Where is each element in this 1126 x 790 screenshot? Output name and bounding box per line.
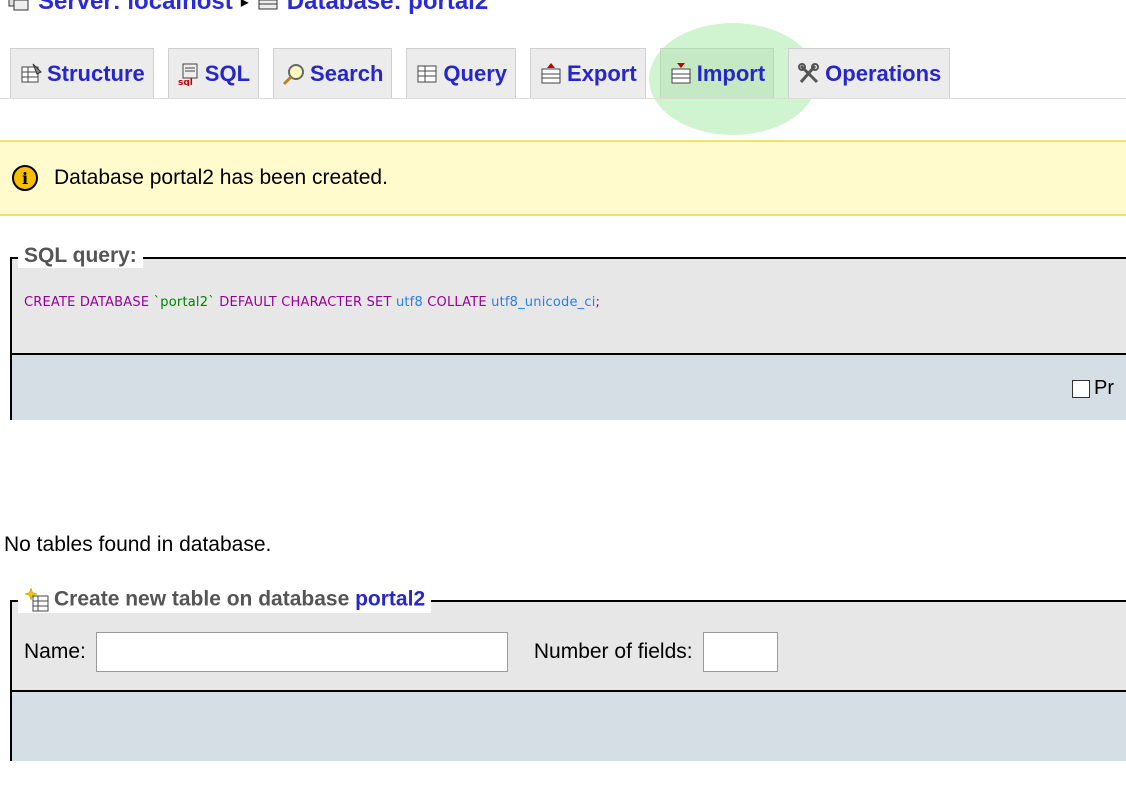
sql-query-footer: Pr bbox=[12, 355, 1126, 420]
tab-import-label: Import bbox=[696, 60, 766, 86]
svg-text:sql: sql bbox=[178, 78, 193, 86]
operations-icon bbox=[798, 62, 820, 83]
sql-keyword: DEFAULT CHARACTER SET bbox=[214, 295, 396, 310]
create-table-legend: Create new table on database portal2 bbox=[18, 587, 432, 613]
number-of-fields-input[interactable] bbox=[702, 632, 778, 672]
sql-terminator: ; bbox=[595, 295, 601, 310]
breadcrumb-server-link[interactable]: Server: localhost bbox=[38, 0, 233, 16]
sql-query-legend: SQL query: bbox=[18, 244, 143, 268]
query-icon bbox=[417, 65, 437, 82]
sql-icon: sql bbox=[178, 63, 198, 86]
structure-icon bbox=[21, 63, 42, 82]
tab-sql[interactable]: sql SQL bbox=[167, 48, 260, 98]
export-icon bbox=[541, 62, 561, 83]
search-icon bbox=[282, 63, 305, 85]
create-table-form-row: Name: Number of fields: bbox=[24, 632, 778, 672]
import-icon bbox=[671, 62, 691, 83]
tab-query-label: Query bbox=[443, 60, 508, 86]
tab-structure-label: Structure bbox=[47, 60, 145, 86]
breadcrumb-database-link[interactable]: Database: portal2 bbox=[287, 0, 488, 16]
tab-bar: Structure sql SQL Search Query Export Im… bbox=[10, 23, 956, 135]
sql-keyword: COLLATE bbox=[422, 295, 492, 310]
create-table-database-link[interactable]: portal2 bbox=[355, 588, 425, 611]
sql-query-fieldset: SQL query: CREATE DATABASE `portal2` DEF… bbox=[10, 244, 1126, 420]
tab-structure[interactable]: Structure bbox=[10, 48, 154, 98]
table-name-input[interactable] bbox=[95, 632, 508, 672]
info-icon-glyph: i bbox=[21, 168, 29, 188]
breadcrumb: Server: localhost ▸ Database: portal2 bbox=[8, 0, 488, 16]
profiling-checkbox[interactable] bbox=[1072, 379, 1090, 398]
create-table-legend-text: Create new table on database bbox=[54, 587, 356, 611]
info-icon: i bbox=[12, 165, 38, 191]
tab-import[interactable]: Import bbox=[648, 23, 818, 135]
table-name-label: Name: bbox=[24, 640, 86, 663]
tab-search[interactable]: Search bbox=[273, 48, 393, 98]
profiling-label: Pr bbox=[1094, 377, 1114, 399]
sql-keyword: CREATE DATABASE bbox=[24, 295, 154, 310]
tab-sql-label: SQL bbox=[204, 60, 251, 86]
tab-bar-divider bbox=[0, 98, 1126, 99]
sql-database-name: `portal2` bbox=[153, 295, 215, 310]
number-of-fields-label: Number of fields: bbox=[533, 640, 693, 663]
tab-operations-label: Operations bbox=[825, 60, 942, 86]
success-notice: i Database portal2 has been created. bbox=[0, 140, 1126, 216]
notice-text: Database portal2 has been created. bbox=[54, 166, 388, 189]
server-icon bbox=[8, 0, 29, 11]
profiling-option[interactable]: Pr bbox=[1072, 377, 1114, 400]
breadcrumb-separator: ▸ bbox=[240, 0, 249, 11]
tab-operations[interactable]: Operations bbox=[788, 48, 951, 98]
sql-charset: utf8 bbox=[395, 295, 423, 310]
tab-search-label: Search bbox=[310, 60, 384, 86]
sql-query-text[interactable]: CREATE DATABASE `portal2` DEFAULT CHARAC… bbox=[24, 295, 600, 310]
no-tables-message: No tables found in database. bbox=[4, 533, 272, 556]
tab-query[interactable]: Query bbox=[406, 48, 517, 98]
new-table-icon bbox=[24, 587, 49, 612]
tab-export-label: Export bbox=[567, 60, 637, 86]
create-table-footer bbox=[12, 692, 1126, 761]
database-icon bbox=[258, 0, 278, 10]
create-table-fieldset: Create new table on database portal2 Nam… bbox=[10, 587, 1126, 761]
sql-collation: utf8_unicode_ci bbox=[491, 295, 596, 310]
tab-export[interactable]: Export bbox=[530, 48, 646, 98]
